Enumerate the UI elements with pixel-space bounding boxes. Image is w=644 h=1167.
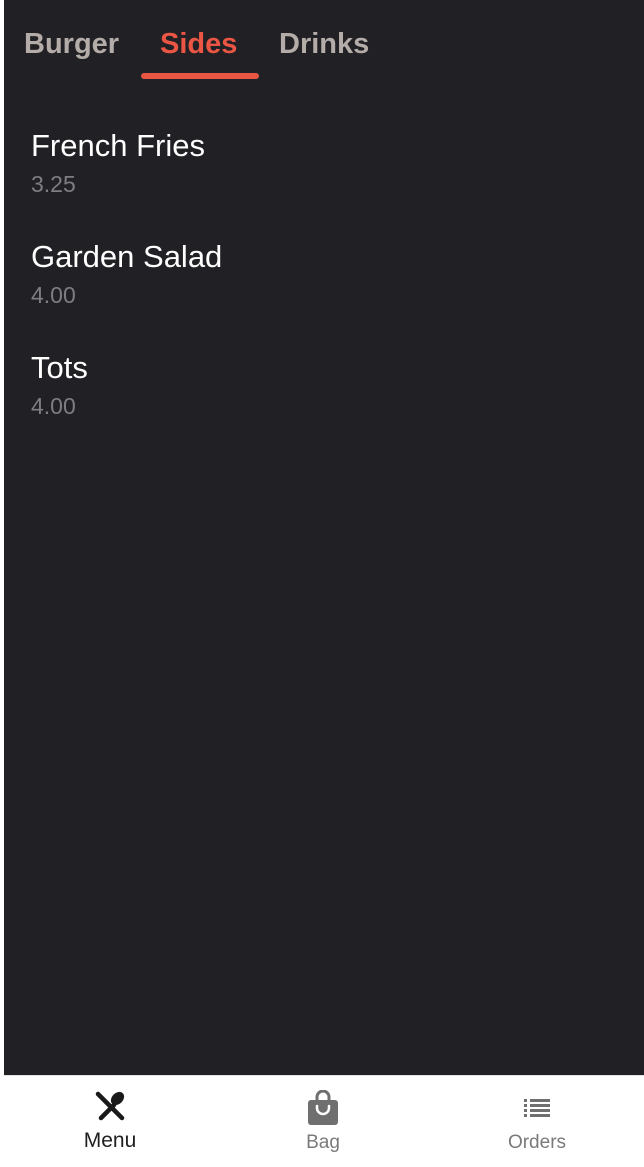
shopping-bag-icon (308, 1090, 338, 1125)
category-tabs: Burger Sides Drinks (4, 0, 644, 90)
list-item[interactable]: French Fries 3.25 (31, 126, 611, 237)
menu-item-list: French Fries 3.25 Garden Salad 4.00 Tots… (31, 126, 611, 459)
item-name: Tots (31, 350, 88, 385)
utensils-icon (95, 1091, 125, 1121)
nav-menu[interactable]: Menu (10, 1076, 210, 1167)
tab-burger[interactable]: Burger (24, 26, 119, 62)
item-price: 3.25 (31, 171, 76, 197)
list-item[interactable]: Tots 4.00 (31, 348, 611, 459)
item-name: French Fries (31, 128, 205, 163)
menu-panel: Burger Sides Drinks French Fries 3.25 Ga… (4, 0, 644, 1075)
nav-bag-label: Bag (306, 1132, 340, 1153)
item-price: 4.00 (31, 282, 76, 308)
nav-orders-label: Orders (507, 1132, 567, 1153)
list-icon (524, 1099, 550, 1117)
nav-bag[interactable]: Bag (223, 1076, 423, 1167)
nav-menu-label: Menu (83, 1129, 137, 1152)
list-item[interactable]: Garden Salad 4.00 (31, 237, 611, 348)
active-tab-indicator (141, 73, 259, 79)
tab-sides[interactable]: Sides (160, 26, 237, 62)
item-name: Garden Salad (31, 239, 223, 274)
tab-drinks[interactable]: Drinks (279, 26, 369, 62)
app-root: Burger Sides Drinks French Fries 3.25 Ga… (0, 0, 644, 1166)
nav-orders[interactable]: Orders (437, 1076, 637, 1167)
item-price: 4.00 (31, 393, 76, 419)
bottom-navigation: Menu Bag Orders (4, 1075, 644, 1166)
